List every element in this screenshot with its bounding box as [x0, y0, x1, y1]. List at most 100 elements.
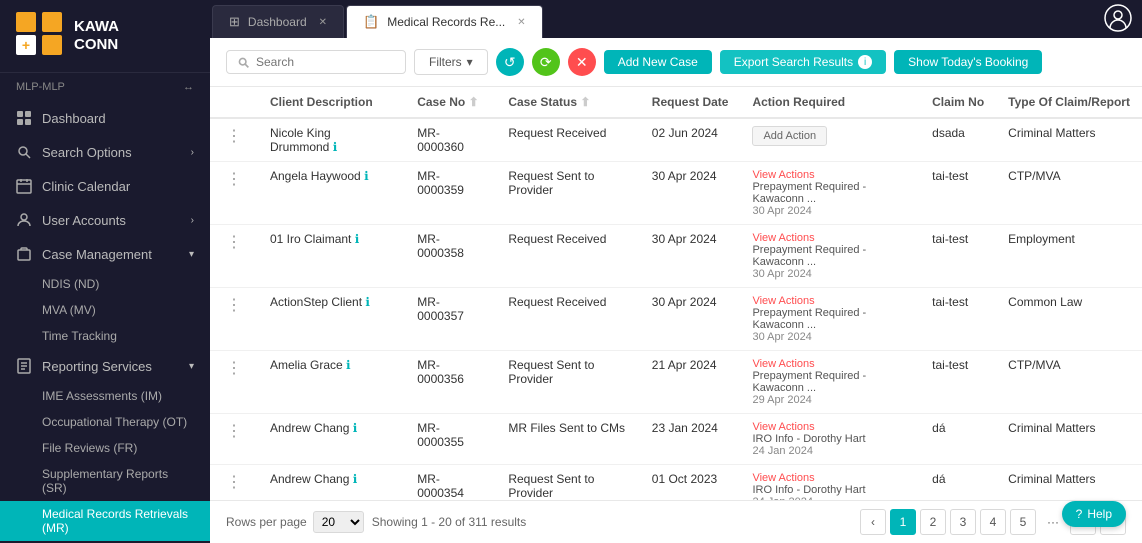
view-actions-link[interactable]: View Actions — [752, 358, 908, 370]
action-sub-text: Prepayment Required - Kawaconn ... — [752, 181, 908, 205]
rows-select[interactable]: 20 50 100 — [313, 511, 364, 533]
client-info-icon[interactable]: ℹ — [364, 169, 369, 183]
sidebar-sub-time[interactable]: Time Tracking — [0, 323, 210, 349]
action-sub-text: Prepayment Required - Kawaconn ... — [752, 307, 908, 331]
table-row: ⋮ Amelia Grace ℹ MR-0000356 Request Sent… — [210, 351, 1142, 414]
logo-text: KAWACONN — [74, 18, 119, 54]
sidebar-sub-ot[interactable]: Occupational Therapy (OT) — [0, 409, 210, 435]
row-type: Employment — [996, 225, 1142, 288]
export-info-icon: i — [858, 55, 872, 69]
add-action-button[interactable]: Add Action — [752, 126, 827, 146]
rows-label: Rows per page — [226, 515, 307, 529]
page-4-button[interactable]: 4 — [980, 509, 1006, 535]
page-3-button[interactable]: 3 — [950, 509, 976, 535]
client-info-icon[interactable]: ℹ — [365, 295, 370, 309]
logo-area: + KAWACONN — [0, 0, 210, 73]
prev-page-button[interactable]: ‹ — [860, 509, 886, 535]
row-status: Request Sent to Provider — [496, 162, 639, 225]
row-dots[interactable]: ⋮ — [210, 118, 258, 162]
view-actions-link[interactable]: View Actions — [752, 472, 908, 484]
refresh-button-1[interactable]: ↺ — [496, 48, 524, 76]
user-avatar[interactable] — [1104, 4, 1132, 35]
sidebar-item-clinic-label: Clinic Calendar — [42, 179, 130, 194]
app-title: MLP-MLP ↔ — [0, 73, 210, 101]
sidebar-item-users-label: User Accounts — [42, 213, 126, 228]
search-input[interactable] — [256, 55, 376, 69]
view-actions-link[interactable]: View Actions — [752, 169, 908, 181]
sidebar-sub-mrr[interactable]: Medical Records Retrievals (MR) — [0, 501, 210, 541]
booking-button[interactable]: Show Today's Booking — [894, 50, 1042, 74]
add-case-button[interactable]: Add New Case — [604, 50, 712, 74]
users-arrow-icon: › — [191, 215, 194, 226]
row-type: Criminal Matters — [996, 465, 1142, 501]
sidebar-item-reporting[interactable]: Reporting Services ▾ — [0, 349, 210, 383]
filters-label: Filters — [429, 55, 462, 69]
row-dots[interactable]: ⋮ — [210, 162, 258, 225]
sidebar-sub-ime[interactable]: IME Assessments (IM) — [0, 383, 210, 409]
sidebar-sub-ndis[interactable]: NDIS (ND) — [0, 271, 210, 297]
client-info-icon[interactable]: ℹ — [333, 140, 338, 154]
sidebar-sub-mva[interactable]: MVA (MV) — [0, 297, 210, 323]
row-dots[interactable]: ⋮ — [210, 351, 258, 414]
tab-dashboard-close[interactable]: ✕ — [319, 17, 327, 28]
row-date: 30 Apr 2024 — [640, 225, 741, 288]
row-dots[interactable]: ⋮ — [210, 225, 258, 288]
export-label: Export Search Results — [734, 55, 853, 69]
row-date: 01 Oct 2023 — [640, 465, 741, 501]
search-box[interactable] — [226, 50, 406, 74]
page-2-button[interactable]: 2 — [920, 509, 946, 535]
export-button[interactable]: Export Search Results i — [720, 50, 886, 74]
action-date-text: 30 Apr 2024 — [752, 268, 908, 280]
row-action: View ActionsIRO Info - Dorothy Hart24 Ja… — [740, 414, 920, 465]
sidebar-item-dashboard[interactable]: Dashboard — [0, 101, 210, 135]
row-client: Angela Haywood ℹ — [258, 162, 405, 225]
refresh-button-2[interactable]: ⟳ — [532, 48, 560, 76]
add-case-label: Add New Case — [618, 55, 698, 69]
filters-button[interactable]: Filters ▾ — [414, 49, 488, 75]
sidebar: + KAWACONN MLP-MLP ↔ Dashboard Search Op… — [0, 0, 210, 543]
sidebar-sub-supplementary[interactable]: Supplementary Reports (SR) — [0, 461, 210, 501]
tab-mrr[interactable]: 📋 Medical Records Re... ✕ — [346, 5, 543, 38]
row-status: MR Files Sent to CMs — [496, 414, 639, 465]
row-dots[interactable]: ⋮ — [210, 465, 258, 501]
view-actions-link[interactable]: View Actions — [752, 295, 908, 307]
row-status: Request Received — [496, 288, 639, 351]
sidebar-item-users[interactable]: User Accounts › — [0, 203, 210, 237]
content-area: Filters ▾ ↺ ⟳ ✕ Add New Case Export Sear… — [210, 38, 1142, 543]
toolbar: Filters ▾ ↺ ⟳ ✕ Add New Case Export Sear… — [210, 38, 1142, 87]
row-dots[interactable]: ⋮ — [210, 414, 258, 465]
sidebar-item-case-management[interactable]: Case Management ▾ — [0, 237, 210, 271]
page-5-button[interactable]: 5 — [1010, 509, 1036, 535]
tab-mrr-close[interactable]: ✕ — [517, 17, 525, 28]
col-action: Action Required — [740, 87, 920, 118]
client-info-icon[interactable]: ℹ — [353, 472, 358, 486]
table-row: ⋮ Andrew Chang ℹ MR-0000354 Request Sent… — [210, 465, 1142, 501]
client-info-icon[interactable]: ℹ — [346, 358, 351, 372]
client-info-icon[interactable]: ℹ — [353, 421, 358, 435]
row-claim: dá — [920, 465, 996, 501]
help-button[interactable]: ? Help — [1062, 501, 1126, 527]
tab-dashboard[interactable]: ⊞ Dashboard ✕ — [212, 5, 344, 38]
row-action: View ActionsPrepayment Required - Kawaco… — [740, 162, 920, 225]
action-sub-text: Prepayment Required - Kawaconn ... — [752, 370, 908, 394]
col-type: Type Of Claim/Report — [996, 87, 1142, 118]
sidebar-item-search[interactable]: Search Options › — [0, 135, 210, 169]
col-case-no[interactable]: Case No ⬆ — [405, 87, 496, 118]
table-wrapper: Client Description Case No ⬆ Case Status… — [210, 87, 1142, 500]
view-actions-link[interactable]: View Actions — [752, 232, 908, 244]
row-date: 02 Jun 2024 — [640, 118, 741, 162]
row-action: View ActionsPrepayment Required - Kawaco… — [740, 288, 920, 351]
col-status[interactable]: Case Status ⬆ — [496, 87, 639, 118]
row-dots[interactable]: ⋮ — [210, 288, 258, 351]
page-1-button[interactable]: 1 — [890, 509, 916, 535]
sidebar-item-clinic[interactable]: Clinic Calendar — [0, 169, 210, 203]
client-info-icon[interactable]: ℹ — [355, 232, 360, 246]
sidebar-item-search-label: Search Options — [42, 145, 132, 160]
col-client[interactable]: Client Description — [258, 87, 405, 118]
clear-button[interactable]: ✕ — [568, 48, 596, 76]
sidebar-sub-file[interactable]: File Reviews (FR) — [0, 435, 210, 461]
tab-dashboard-label: Dashboard — [248, 15, 307, 29]
row-action: View ActionsIRO Info - Dorothy Hart24 Ja… — [740, 465, 920, 501]
tab-bar: ⊞ Dashboard ✕ 📋 Medical Records Re... ✕ — [210, 0, 1142, 38]
view-actions-link[interactable]: View Actions — [752, 421, 908, 433]
